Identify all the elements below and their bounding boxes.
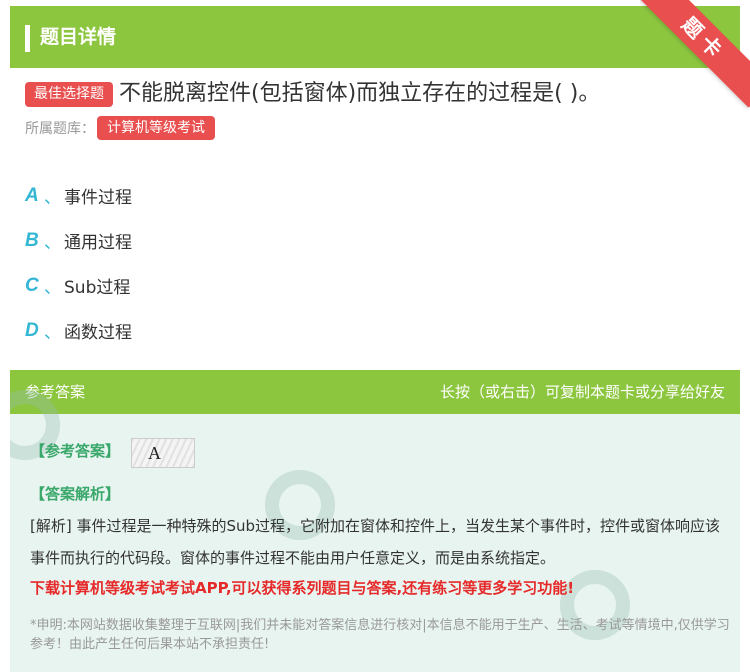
library-label: 所属题库： (25, 121, 95, 137)
analysis-text: [解析] 事件过程是一种特殊的Sub过程，它附加在窗体和控件上，当发生某个事件时… (30, 517, 721, 567)
disclaimer-text: *申明:本网站数据收集整理于互联网|我们并未能对答案信息进行核对|本信息不能用于… (30, 618, 730, 652)
option-separator: 、 (44, 233, 61, 253)
app-promo-link[interactable]: 下载计算机等级考试考试APP,可以获得系列题目与答案,还有练习等更多学习功能! (30, 577, 574, 598)
answer-image-noise (132, 439, 194, 467)
library-badge[interactable]: 计算机等级考试 (97, 116, 215, 140)
option-c[interactable]: C 、 Sub过程 (25, 263, 132, 308)
reference-answer-label: 【参考答案】 (30, 442, 121, 460)
option-letter: D (25, 319, 39, 341)
option-letter: A (25, 184, 39, 206)
header-accent-bar (25, 25, 30, 52)
option-letter: C (25, 274, 39, 296)
question-text: 不能脱离控件(包括窗体)而独立存在的过程是( )。 (119, 81, 601, 106)
option-a[interactable]: A 、 事件过程 (25, 173, 132, 218)
option-separator: 、 (44, 188, 61, 208)
option-b[interactable]: B 、 通用过程 (25, 218, 132, 263)
question-type-badge: 最佳选择题 (25, 81, 113, 107)
answer-image: A (131, 438, 195, 468)
answer-panel[interactable]: 参考答案 长按（或右击）可复制本题卡或分享给好友 【参考答案】 A 【答案解析】… (10, 370, 740, 672)
option-letter: B (25, 229, 39, 251)
analysis-label: 【答案解析】 (30, 485, 121, 503)
option-separator: 、 (44, 278, 61, 298)
answer-header: 参考答案 长按（或右击）可复制本题卡或分享给好友 (10, 370, 740, 414)
answer-header-title: 参考答案 (25, 383, 86, 401)
option-text: 事件过程 (64, 188, 132, 208)
option-text: 通用过程 (64, 233, 132, 253)
page-title: 题目详情 (40, 26, 117, 48)
option-d[interactable]: D 、 函数过程 (25, 308, 132, 353)
option-list: A 、 事件过程 B 、 通用过程 C 、 Sub过程 D 、 函数过程 (25, 173, 132, 353)
option-text: 函数过程 (64, 323, 132, 343)
page-header: 题目详情 (10, 6, 740, 68)
question-block: 最佳选择题 不能脱离控件(包括窗体)而独立存在的过程是( )。 所属题库： 计算… (25, 78, 740, 140)
option-text: Sub过程 (64, 278, 131, 298)
share-hint: 长按（或右击）可复制本题卡或分享给好友 (439, 383, 725, 401)
option-separator: 、 (44, 323, 61, 343)
